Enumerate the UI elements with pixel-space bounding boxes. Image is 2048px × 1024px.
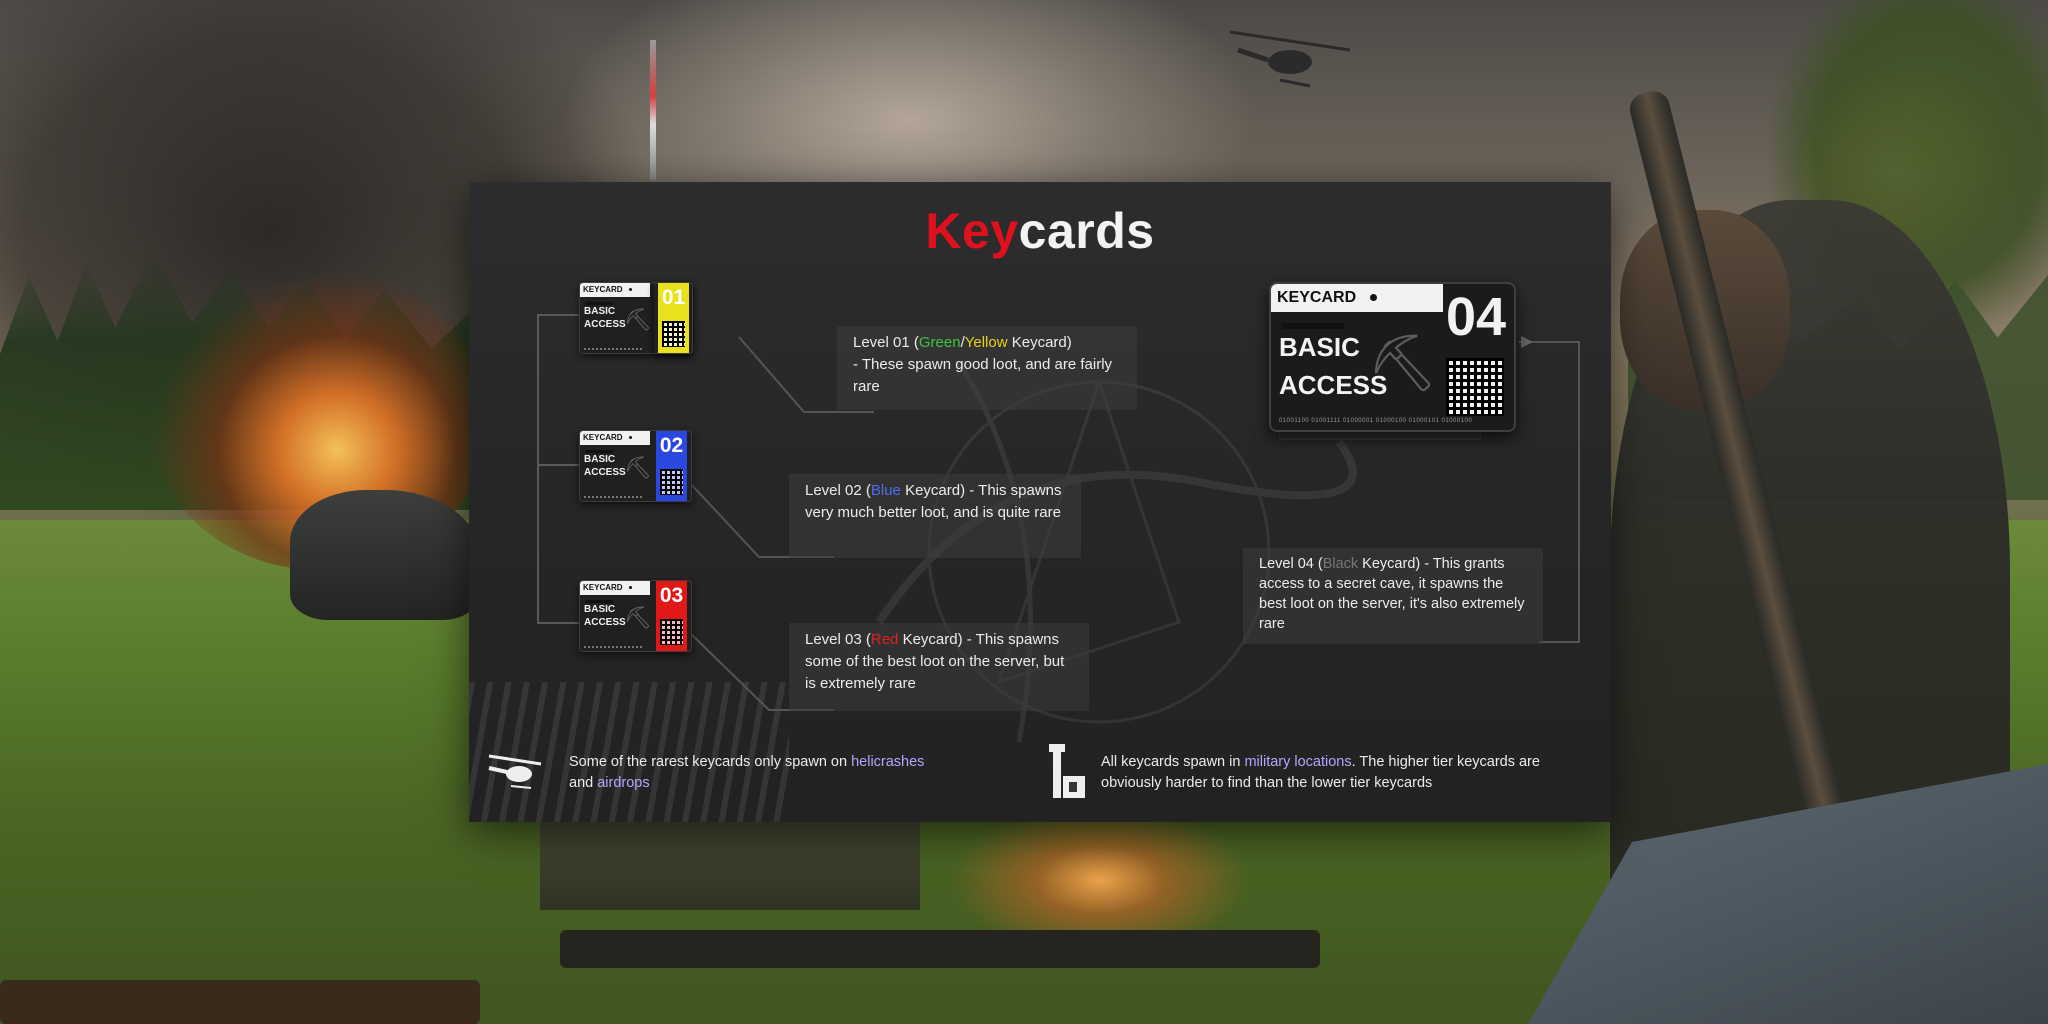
military-tower-icon (1049, 744, 1085, 798)
keycard-access-label: BASIC ACCESS (584, 454, 626, 478)
barcode-strip (584, 496, 644, 498)
qr-code-icon (662, 321, 685, 347)
keycard-serial: 01001100 01001111 01000001 01000100 0100… (1279, 418, 1473, 424)
rifle-left (0, 980, 480, 1024)
level-03-description: Level 03 (Red Keycard) - This spawns som… (789, 623, 1089, 711)
flying-helicopter-icon (1230, 30, 1350, 88)
keycard-access-label: BASIC ACCESS (584, 306, 626, 330)
rifle-ground (560, 930, 1320, 968)
keycard-level-04: KEYCARD 04 BASIC ACCESS ⛏ 01001100 010011… (1269, 282, 1516, 432)
keycard-level-number-red: 03 (656, 581, 687, 651)
keycards-panel: Keycards KEYCARD BASICACCESS ⛏ 01 01 KEY… (469, 182, 1611, 822)
radio-mast (650, 40, 656, 180)
level-02-description: Level 02 (Blue Keycard) - This spawns ve… (789, 474, 1081, 558)
keycard-level-03: KEYCARD BASIC ACCESS ⛏ 03 (579, 580, 692, 652)
keycard-header: KEYCARD (1271, 284, 1443, 329)
keycard-level-number-black: 04 (1445, 287, 1507, 347)
helicopter-icon (488, 754, 542, 789)
footer-left-text: Some of the rarest keycards only spawn o… (569, 754, 925, 791)
barcode-strip (584, 646, 644, 648)
axe-icon: ⛏ (624, 455, 652, 480)
qr-code-icon (1446, 358, 1504, 416)
helicopter-wreck (290, 490, 480, 620)
axe-icon: ⛏ (624, 307, 652, 332)
keycard-header: KEYCARD (580, 283, 650, 306)
keycard-access-label: BASIC ACCESS (584, 604, 626, 628)
axe-icon: ⛏ (624, 605, 652, 630)
barcode-strip (584, 348, 644, 350)
keycard-header: KEYCARD (580, 431, 650, 454)
keycard-level-01-yellow: 01 (654, 282, 693, 354)
axe-icon: ⛏ (1367, 331, 1439, 394)
level-04-description: Level 04 (Black Keycard) - This grants a… (1243, 548, 1543, 644)
footer-right-text: All keycards spawn in military locations… (1101, 754, 1540, 791)
keycard-level-02: KEYCARD BASIC ACCESS ⛏ 02 (579, 430, 692, 502)
keycard-level-number-blue: 02 (656, 431, 687, 501)
qr-code-icon (660, 469, 683, 495)
qr-code-icon (660, 619, 683, 645)
keycard-level-number-yellow: 01 (658, 283, 689, 353)
level-01-description: Level 01 (Green/Yellow Keycard) - These … (837, 326, 1137, 410)
keycard-header: KEYCARD (580, 581, 650, 604)
